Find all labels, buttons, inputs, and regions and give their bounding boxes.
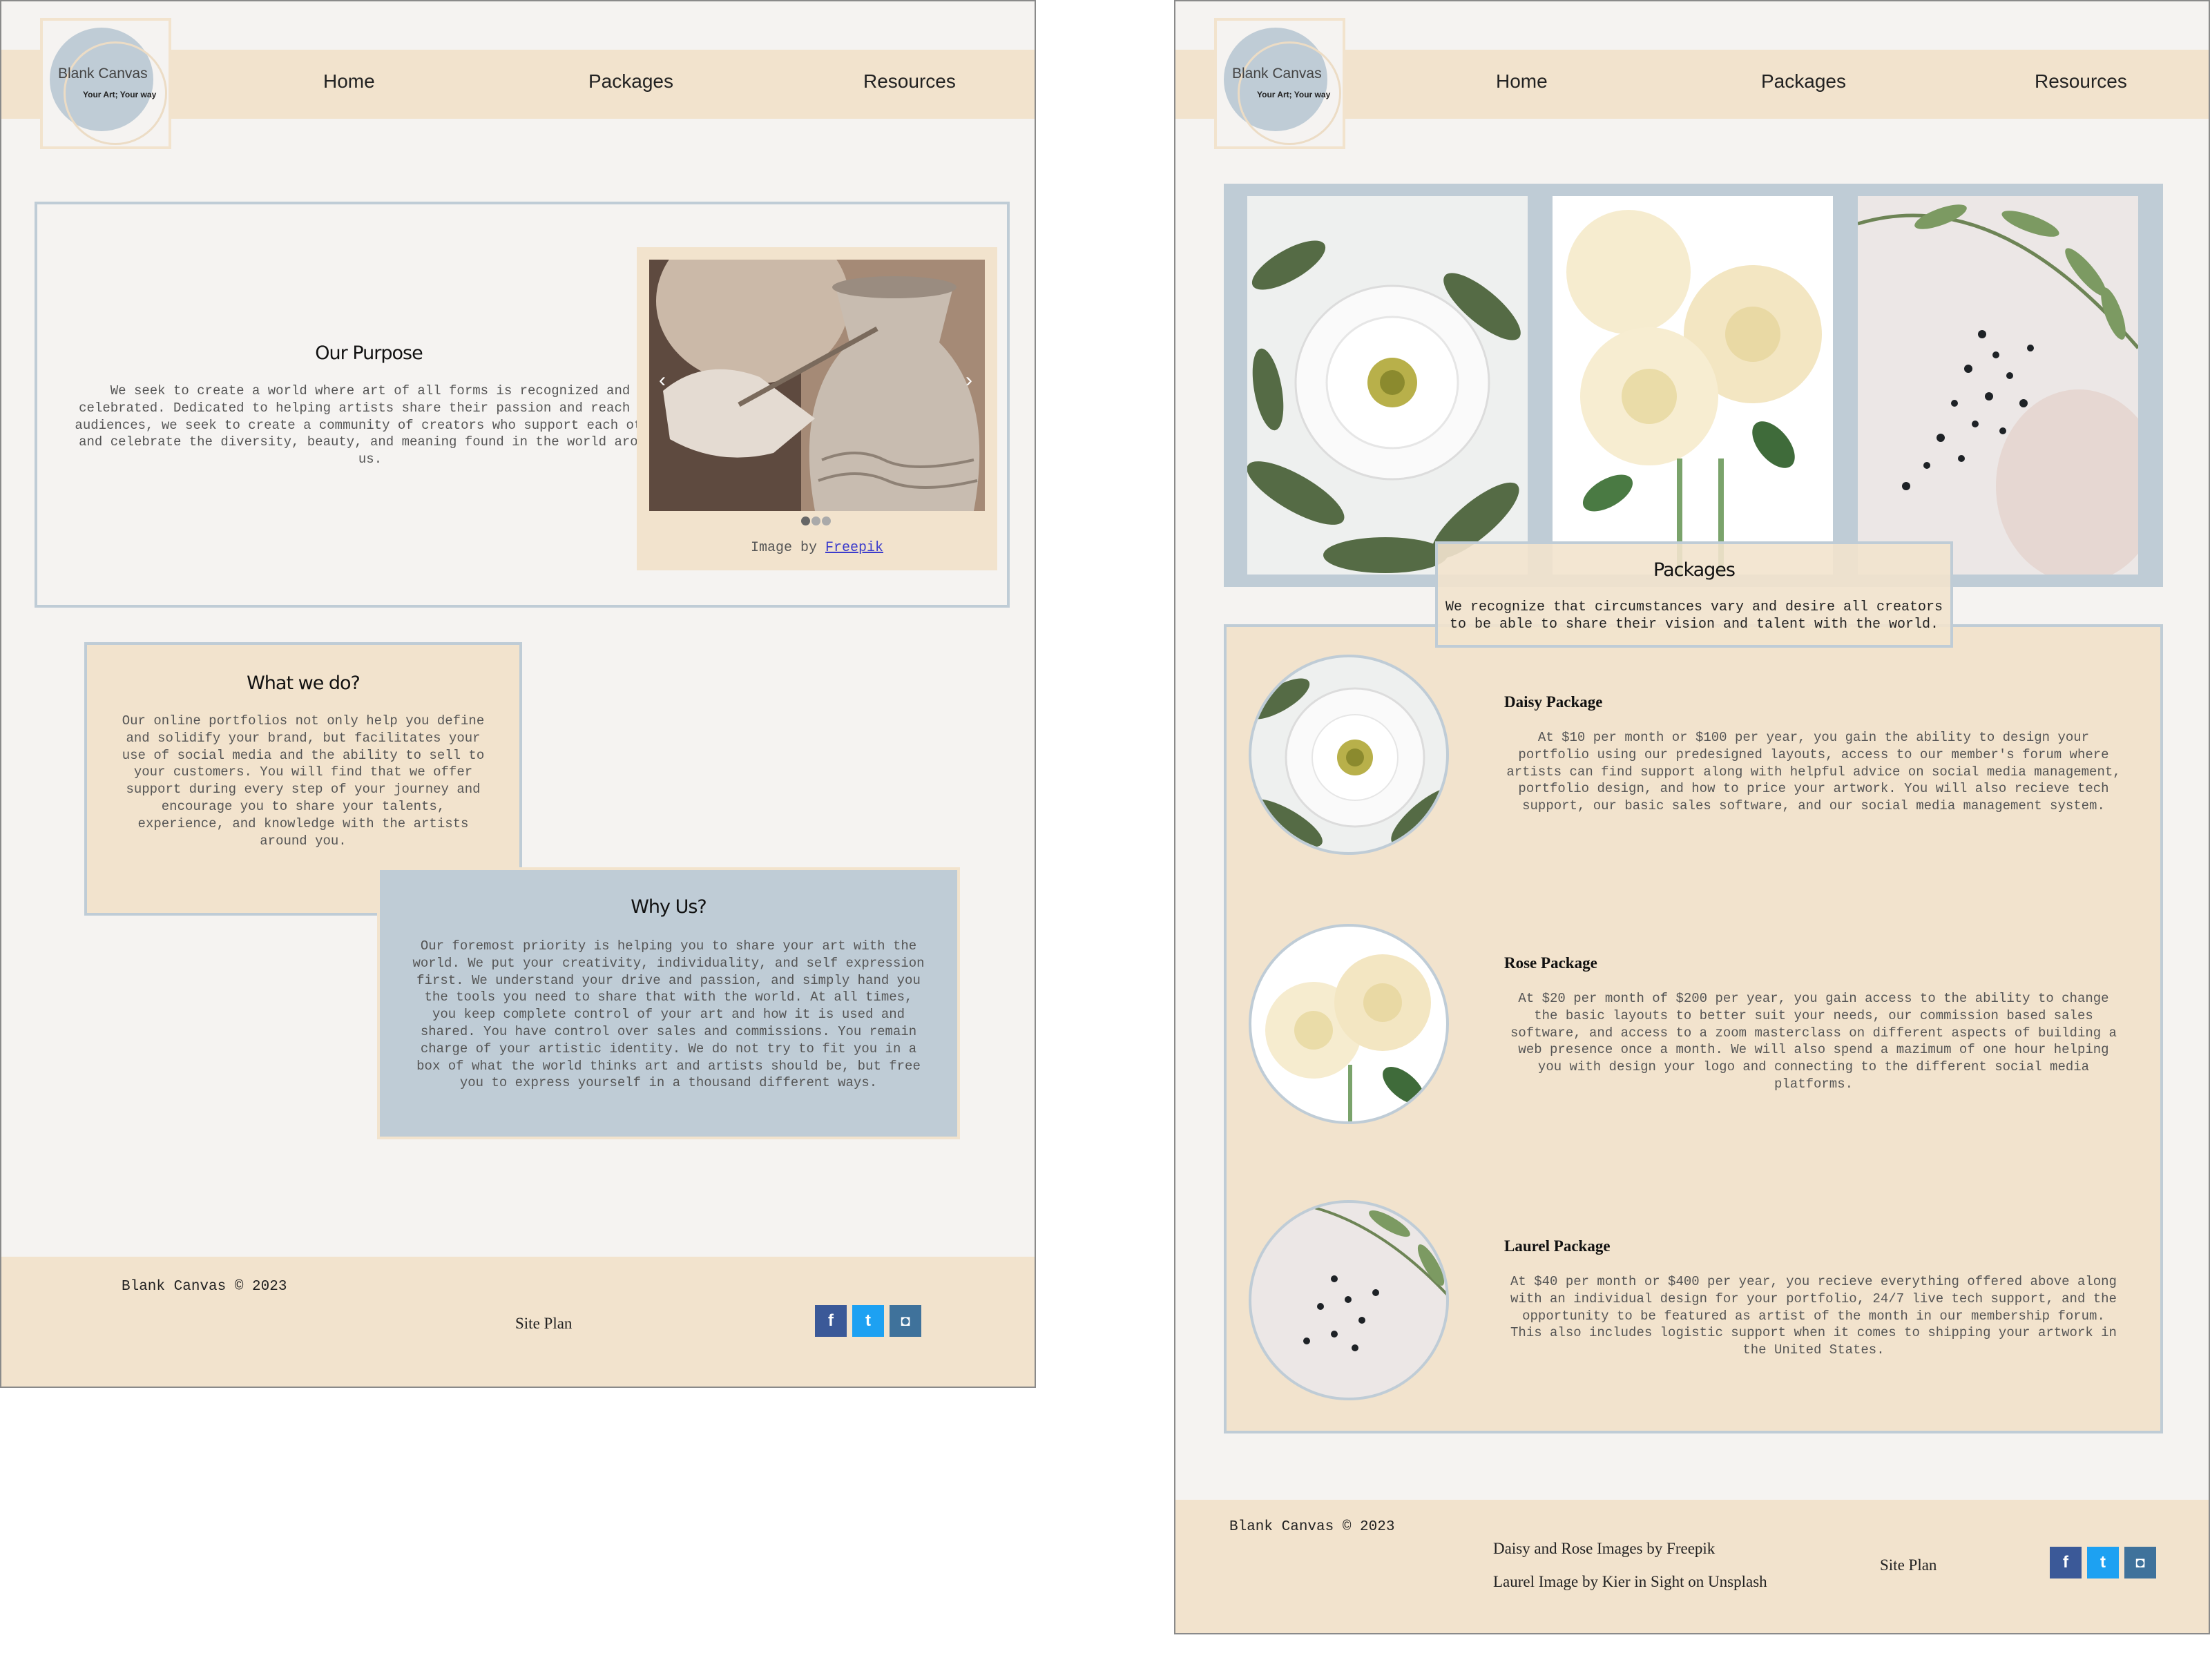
rose-thumb-photo (1265, 954, 1431, 1121)
why-us-card: Why Us? Our foremost priority is helping… (377, 867, 960, 1139)
image-credit: Image by Freepik (637, 540, 997, 556)
rose-thumbnail (1249, 924, 1449, 1124)
packages-intro-text: We recognize that circumstances vary and… (1445, 599, 1943, 633)
hero-gallery (1224, 184, 2163, 587)
laurel-photo (1858, 196, 2138, 575)
carousel: ‹ › Image by Freepik (637, 247, 997, 570)
footer-copyright: Blank Canvas © 2023 (122, 1279, 287, 1295)
nav-home-link[interactable]: Home (1496, 70, 1548, 93)
instagram-icon[interactable]: ◘ (890, 1305, 921, 1337)
why-us-text: Our foremost priority is helping you to … (412, 938, 925, 1091)
rose-photo (1553, 196, 1833, 575)
laurel-package-title: Laurel Package (1504, 1237, 1611, 1255)
nav-packages-link[interactable]: Packages (588, 70, 673, 93)
freepik-link[interactable]: Freepik (825, 540, 883, 556)
facebook-icon[interactable]: f (815, 1305, 847, 1337)
carousel-dots (801, 516, 831, 525)
footer: Blank Canvas © 2023 Site Plan f t ◘ (1, 1257, 1035, 1387)
twitter-icon[interactable]: t (2087, 1547, 2119, 1578)
logo-title: Blank Canvas (1232, 66, 1322, 81)
logo-tagline: Your Art; Your way (83, 90, 157, 99)
carousel-prev-button[interactable]: ‹ (659, 369, 666, 392)
facebook-icon[interactable]: f (2050, 1547, 2082, 1578)
laurel-package-text: At $40 per month or $400 per year, you r… (1510, 1274, 2117, 1358)
nav-resources-link[interactable]: Resources (2035, 70, 2127, 93)
carousel-image (649, 260, 985, 511)
daisy-thumbnail (1249, 655, 1449, 855)
twitter-icon[interactable]: t (852, 1305, 884, 1337)
what-we-do-text: Our online portfolios not only help you … (122, 713, 485, 849)
carousel-dot[interactable] (822, 516, 831, 525)
home-page: Home Packages Resources Blank Canvas You… (0, 0, 1036, 1388)
daisy-package-text: At $10 per month or $100 per year, you g… (1506, 730, 2121, 814)
logo[interactable]: Blank Canvas Your Art; Your way (1214, 18, 1345, 149)
daisy-photo (1247, 196, 1528, 575)
laurel-thumbnail (1249, 1200, 1449, 1400)
daisy-image (1247, 196, 1528, 575)
daisy-thumb-photo (1251, 678, 1446, 847)
carousel-next-button[interactable]: › (965, 369, 972, 392)
laurel-thumb-photo (1292, 1203, 1446, 1351)
packages-intro-box: Packages We recognize that circumstances… (1435, 541, 1953, 648)
what-we-do-title: What we do? (247, 673, 361, 694)
rose-package-title: Rose Package (1504, 954, 1597, 972)
image-credit-prefix: Image by (750, 540, 817, 556)
purpose-section: Our Purpose We seek to create a world wh… (35, 202, 1010, 608)
pottery-photo (649, 260, 985, 511)
footer-copyright: Blank Canvas © 2023 (1229, 1519, 1395, 1535)
rose-package-text: At $20 per month of $200 per year, you g… (1510, 991, 2117, 1092)
site-plan-link[interactable]: Site Plan (1880, 1556, 1937, 1574)
footer: Blank Canvas © 2023 Daisy and Rose Image… (1175, 1500, 2209, 1633)
logo-tagline: Your Art; Your way (1257, 90, 1331, 99)
carousel-dot[interactable] (801, 516, 810, 525)
rose-image (1553, 196, 1833, 575)
purpose-title: Our Purpose (315, 342, 423, 364)
logo[interactable]: Blank Canvas Your Art; Your way (40, 18, 171, 149)
carousel-dot[interactable] (811, 516, 820, 525)
daisy-package-title: Daisy Package (1504, 693, 1603, 711)
image-credit-laurel: Laurel Image by Kier in Sight on Unsplas… (1493, 1573, 1767, 1590)
image-credit-daisy-rose: Daisy and Rose Images by Freepik (1493, 1540, 1716, 1557)
nav-packages-link[interactable]: Packages (1761, 70, 1846, 93)
nav-resources-link[interactable]: Resources (863, 70, 956, 93)
nav-home-link[interactable]: Home (323, 70, 375, 93)
logo-title: Blank Canvas (58, 66, 148, 81)
purpose-text: We seek to create a world where art of a… (75, 383, 666, 467)
site-plan-link[interactable]: Site Plan (515, 1315, 572, 1333)
laurel-image (1858, 196, 2138, 575)
instagram-icon[interactable]: ◘ (2124, 1547, 2156, 1578)
why-us-title: Why Us? (631, 896, 707, 918)
packages-page: Home Packages Resources Blank Canvas You… (1174, 0, 2210, 1634)
packages-title: Packages (1653, 559, 1736, 581)
